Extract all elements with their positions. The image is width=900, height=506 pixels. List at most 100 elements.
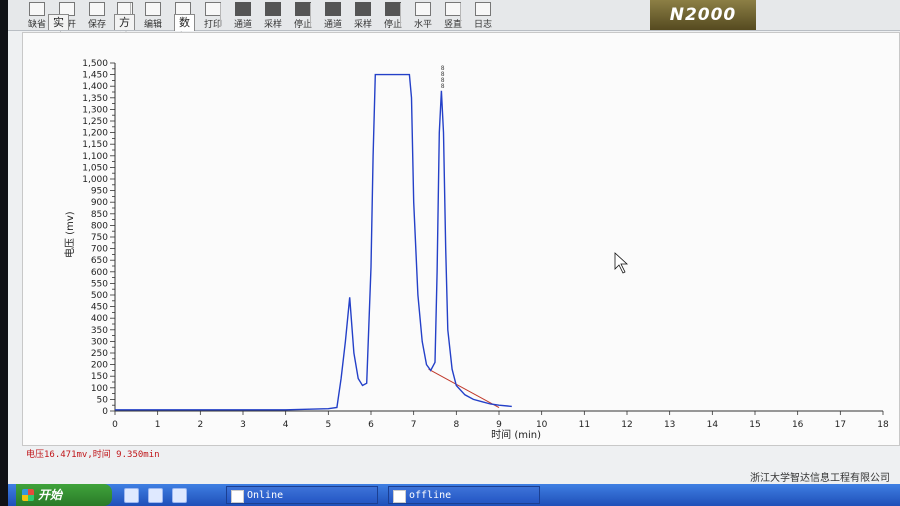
task-offline[interactable]: offline (388, 486, 540, 504)
y-tick-label: 150 (91, 372, 108, 382)
x-tick-label: 3 (240, 420, 246, 430)
y-tick-label: 200 (91, 361, 108, 371)
toolbar-icon (295, 2, 311, 16)
toolbar-button-label: 通道 (234, 20, 253, 30)
toolbar-icon (205, 2, 221, 16)
y-tick-label: 1,100 (82, 152, 108, 162)
tab-method[interactable]: 方法 (114, 14, 135, 44)
x-tick-label: 16 (792, 420, 804, 430)
y-tick-label: 250 (91, 349, 108, 359)
y-tick-label: 500 (91, 291, 108, 301)
toolbar-icon (29, 2, 45, 16)
x-tick-label: 14 (707, 420, 719, 430)
toolbar-button-12[interactable]: 采样 (354, 2, 372, 30)
task-offline-label: offline (409, 490, 452, 501)
toolbar-icon (265, 2, 281, 16)
y-tick-label: 750 (91, 233, 108, 243)
toolbar-button-label: 保存 (88, 20, 107, 30)
task-online-label: Online (247, 490, 284, 501)
taskbar: 开始 Online offline (8, 484, 900, 506)
n2000-logo: N2000 (650, 0, 756, 30)
toolbar-icon (445, 2, 461, 16)
y-tick-label: 900 (91, 198, 108, 208)
y-tick-label: 1,500 (82, 59, 108, 69)
y-tick-label: 0 (102, 407, 108, 417)
y-tick-label: 850 (91, 210, 108, 220)
y-tick-label: 1,350 (82, 94, 108, 104)
toolbar-button-11[interactable]: 通道 (324, 2, 342, 30)
y-tick-label: 1,050 (82, 163, 108, 173)
start-label: 开始 (38, 488, 63, 502)
x-tick-label: 11 (579, 420, 590, 430)
x-tick-label: 6 (368, 420, 374, 430)
screen: 缺省打开保存另存编辑预览打印通道采样停止通道采样停止水平竖直日志 N2000 实… (8, 0, 900, 506)
toolbar-separator (460, 3, 461, 27)
y-tick-label: 950 (91, 187, 108, 197)
baseline-line (428, 368, 500, 408)
y-tick-label: 300 (91, 337, 108, 347)
toolbar-button-9[interactable]: 采样 (264, 2, 282, 30)
media-player-icon[interactable] (148, 488, 163, 503)
y-tick-label: 450 (91, 303, 108, 313)
toolbar-button-label: 缺省 (28, 20, 47, 30)
toolbar-separator (310, 3, 311, 27)
toolbar-separator (400, 3, 401, 27)
x-tick-label: 17 (835, 420, 846, 430)
toolbar-button-16[interactable]: 日志 (474, 2, 492, 30)
y-tick-label: 1,250 (82, 117, 108, 127)
x-tick-label: 5 (325, 420, 331, 430)
y-tick-label: 50 (97, 395, 109, 405)
y-tick-label: 1,400 (82, 82, 108, 92)
company-name: 浙江大学智达信息工程有限公司 (750, 473, 890, 484)
tab-data-acquisition[interactable]: 数据采集 (174, 14, 195, 74)
y-tick-label: 100 (91, 384, 108, 394)
chromatogram-chart[interactable]: 0501001502002503003504004505005506006507… (23, 33, 899, 445)
toolbar-icon (385, 2, 401, 16)
x-tick-label: 18 (877, 420, 889, 430)
y-tick-label: 650 (91, 256, 108, 266)
toolbar-icon (415, 2, 431, 16)
peak-marker-label: 8 (441, 83, 445, 90)
toolbar-icon (235, 2, 251, 16)
toolbar-button-label: 采样 (354, 20, 373, 30)
y-tick-label: 400 (91, 314, 108, 324)
y-tick-label: 700 (91, 245, 108, 255)
browser-icon[interactable] (172, 488, 187, 503)
y-tick-label: 350 (91, 326, 108, 336)
toolbar-icon (145, 2, 161, 16)
toolbar: 缺省打开保存另存编辑预览打印通道采样停止通道采样停止水平竖直日志 (8, 0, 900, 31)
plot-panel: 0 50 100 150 200 250 300 350 400 450 500 550 600 650 7… (22, 32, 900, 446)
show-desktop-icon[interactable] (124, 488, 139, 503)
tab-experiment-info[interactable]: 实验信息 (48, 14, 69, 74)
toolbar-button-14[interactable]: 水平 (414, 2, 432, 30)
toolbar-button-label: 编辑 (144, 20, 163, 30)
app-window-icon (231, 490, 244, 503)
toolbar-button-label: 日志 (474, 20, 493, 30)
y-axis-label: 电压 (mv) (63, 211, 76, 258)
chromatogram-trace (115, 73, 512, 411)
toolbar-button-3[interactable]: 保存 (88, 2, 106, 30)
mouse-cursor-icon (614, 252, 629, 274)
x-axis-label: 时间 (min) (491, 428, 541, 441)
y-tick-label: 600 (91, 268, 108, 278)
x-tick-label: 9 (496, 420, 502, 430)
toolbar-button-5[interactable]: 编辑 (144, 2, 162, 30)
windows-flag-icon (22, 489, 34, 501)
app-window-icon (393, 490, 406, 503)
start-button[interactable]: 开始 (16, 484, 112, 506)
toolbar-icon (325, 2, 341, 16)
y-tick-label: 800 (91, 221, 108, 231)
x-tick-label: 12 (621, 420, 632, 430)
toolbar-button-label: 通道 (324, 20, 343, 30)
x-tick-label: 1 (155, 420, 161, 430)
y-tick-label: 1,150 (82, 140, 108, 150)
task-online[interactable]: Online (226, 486, 378, 504)
y-tick-label: 550 (91, 279, 108, 289)
x-tick-label: 13 (664, 420, 675, 430)
y-tick-label: 1,300 (82, 105, 108, 115)
toolbar-icon (89, 2, 105, 16)
toolbar-icon (475, 2, 491, 16)
toolbar-button-8[interactable]: 通道 (234, 2, 252, 30)
x-tick-label: 7 (411, 420, 417, 430)
toolbar-button-1[interactable]: 缺省 (28, 2, 46, 30)
